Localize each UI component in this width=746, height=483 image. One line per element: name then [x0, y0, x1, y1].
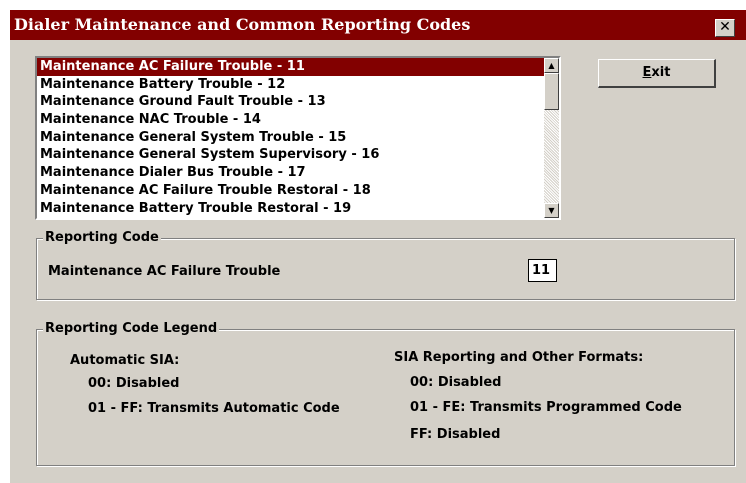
- list-scrollbar[interactable]: ▲ ▼: [544, 58, 559, 218]
- reporting-code-group: Reporting Code Maintenance AC Failure Tr…: [36, 230, 735, 300]
- sia-formats-line3: FF: Disabled: [410, 427, 501, 442]
- scroll-down-icon: ▼: [548, 206, 555, 215]
- list-item[interactable]: Maintenance Battery Trouble - 12: [37, 76, 544, 94]
- scroll-up-icon: ▲: [548, 61, 555, 70]
- list-item[interactable]: Maintenance NAC Trouble - 14: [37, 111, 544, 129]
- list-items: Maintenance AC Failure Trouble - 11 Maint…: [37, 58, 544, 218]
- list-item[interactable]: Maintenance Ground Fault Trouble - 13: [37, 93, 544, 111]
- list-item[interactable]: Maintenance General System Trouble - 15: [37, 129, 544, 147]
- reporting-code-legend-group: Reporting Code Legend Automatic SIA: 00:…: [36, 321, 735, 466]
- reporting-code-name: Maintenance AC Failure Trouble: [48, 264, 281, 279]
- list-item[interactable]: Maintenance Dialer Bus Trouble - 17: [37, 164, 544, 182]
- scroll-down-button[interactable]: ▼: [544, 203, 559, 218]
- close-icon: ✕: [719, 19, 731, 35]
- list-item[interactable]: Maintenance AC Failure Trouble - 11: [37, 58, 544, 76]
- automatic-sia-line2: 01 - FF: Transmits Automatic Code: [88, 401, 340, 416]
- dialog-window: Dialer Maintenance and Common Reporting …: [9, 9, 746, 483]
- background-strip: [0, 0, 746, 9]
- sia-formats-line2: 01 - FE: Transmits Programmed Code: [410, 400, 682, 415]
- reporting-code-legend: Reporting Code: [43, 230, 161, 245]
- automatic-sia-line1: 00: Disabled: [88, 376, 180, 391]
- scroll-thumb[interactable]: [544, 73, 559, 110]
- exit-button[interactable]: Exit: [598, 59, 716, 88]
- close-button[interactable]: ✕: [715, 19, 735, 37]
- list-item[interactable]: Maintenance AC Failure Trouble Restoral …: [37, 182, 544, 200]
- window-title: Dialer Maintenance and Common Reporting …: [14, 15, 471, 34]
- reporting-code-value: 11: [528, 259, 557, 282]
- automatic-sia-heading: Automatic SIA:: [70, 353, 180, 368]
- scroll-up-button[interactable]: ▲: [544, 58, 559, 73]
- legend-group-title: Reporting Code Legend: [43, 321, 220, 336]
- list-item[interactable]: Maintenance General System Supervisory -…: [37, 146, 544, 164]
- sia-formats-heading: SIA Reporting and Other Formats:: [394, 350, 644, 365]
- reporting-codes-list[interactable]: Maintenance AC Failure Trouble - 11 Maint…: [35, 56, 561, 220]
- title-bar[interactable]: Dialer Maintenance and Common Reporting …: [10, 10, 746, 40]
- sia-formats-line1: 00: Disabled: [410, 375, 502, 390]
- list-item[interactable]: Maintenance Battery Trouble Restoral - 1…: [37, 200, 544, 218]
- exit-button-label: Exit: [642, 65, 671, 80]
